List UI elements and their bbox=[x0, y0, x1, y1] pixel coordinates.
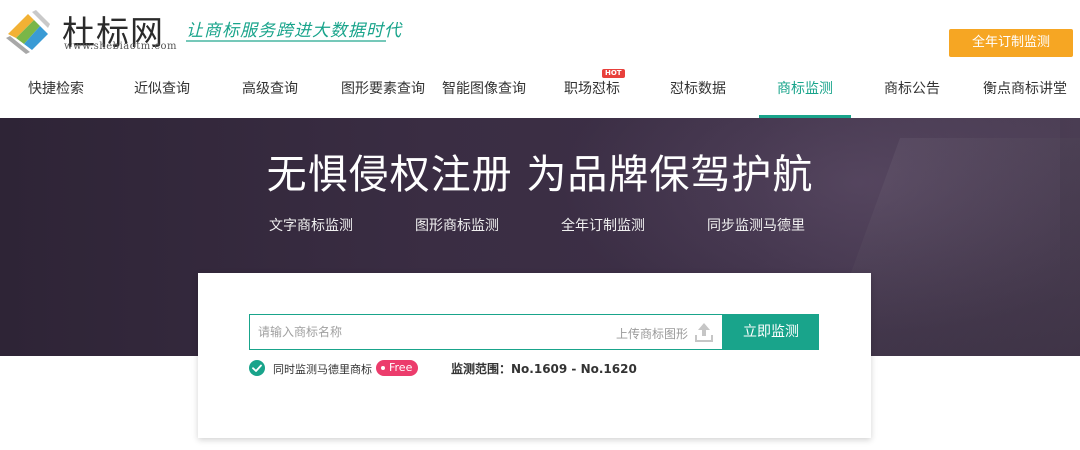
nav-item-announcement[interactable]: 商标公告 bbox=[866, 70, 958, 118]
nav-item-label: 图形要素查询 bbox=[341, 81, 425, 97]
madrid-checkbox-label: 同时监测马德里商标 bbox=[273, 363, 372, 376]
nav-item-label: 商标监测 bbox=[777, 81, 833, 97]
logo-icon[interactable] bbox=[2, 4, 54, 56]
banner-link-text-monitoring[interactable]: 文字商标监测 bbox=[269, 215, 353, 235]
upload-label[interactable]: 上传商标图形 bbox=[616, 325, 688, 342]
nav-item-label: 智能图像查询 bbox=[442, 81, 526, 97]
nav-item-trademark-monitoring[interactable]: 商标监测 bbox=[759, 70, 851, 118]
hot-badge: HOT bbox=[602, 69, 625, 78]
nav-item-similar-query[interactable]: 近似查询 bbox=[116, 70, 208, 118]
trademark-name-input[interactable] bbox=[258, 315, 598, 349]
site-header: 杜标网 www.shebiaotm.com 让商标服务跨进大数据时代 全年订制监… bbox=[0, 0, 1080, 70]
slogan-underline bbox=[186, 40, 386, 42]
nav-item-label: 高级查询 bbox=[242, 81, 298, 97]
nav-item-label: 近似查询 bbox=[134, 81, 190, 97]
nav-item-label: 快捷检索 bbox=[28, 81, 84, 97]
nav-item-label: 衡点商标讲堂 bbox=[983, 81, 1067, 97]
annual-monitoring-button[interactable]: 全年订制监测 bbox=[949, 29, 1073, 57]
nav-item-label: 职场怼标 bbox=[564, 81, 620, 97]
nav-item-label: 怼标数据 bbox=[670, 81, 726, 97]
check-circle-icon[interactable] bbox=[249, 360, 265, 376]
nav-item-label: 商标公告 bbox=[884, 81, 940, 97]
nav-item-figure-element-query[interactable]: 图形要素查询 bbox=[330, 70, 436, 118]
banner-title: 无惧侵权注册 为品牌保驾护航 bbox=[266, 152, 814, 198]
main-nav: 快捷检索 近似查询 高级查询 图形要素查询 智能图像查询 职场怼标 HOT 怼标… bbox=[0, 69, 1080, 118]
free-badge: Free bbox=[376, 360, 419, 376]
monitoring-scope: 监测范围：No.1609 - No.1620 bbox=[451, 362, 637, 376]
search-card: 上传商标图形 立即监测 同时监测马德里商标 Free 监测范围：No.1609 … bbox=[198, 273, 871, 438]
nav-item-lecture[interactable]: 衡点商标讲堂 bbox=[972, 70, 1078, 118]
upload-icon[interactable] bbox=[694, 321, 714, 343]
nav-item-workplace[interactable]: 职场怼标 HOT bbox=[546, 69, 638, 118]
nav-item-quick-search[interactable]: 快捷检索 bbox=[10, 70, 102, 118]
banner-link-annual-monitoring[interactable]: 全年订制监测 bbox=[561, 215, 645, 235]
search-box: 上传商标图形 bbox=[249, 314, 723, 350]
brand-url: www.shebiaotm.com bbox=[64, 41, 178, 52]
nav-item-data[interactable]: 怼标数据 bbox=[652, 70, 744, 118]
slogan: 让商标服务跨进大数据时代 bbox=[186, 21, 402, 41]
banner-link-madrid-monitoring[interactable]: 同步监测马德里 bbox=[707, 215, 805, 235]
start-monitoring-button[interactable]: 立即监测 bbox=[723, 314, 819, 350]
nav-item-advanced-query[interactable]: 高级查询 bbox=[224, 70, 316, 118]
banner-link-figure-monitoring[interactable]: 图形商标监测 bbox=[415, 215, 499, 235]
nav-item-image-query[interactable]: 智能图像查询 bbox=[438, 70, 530, 118]
